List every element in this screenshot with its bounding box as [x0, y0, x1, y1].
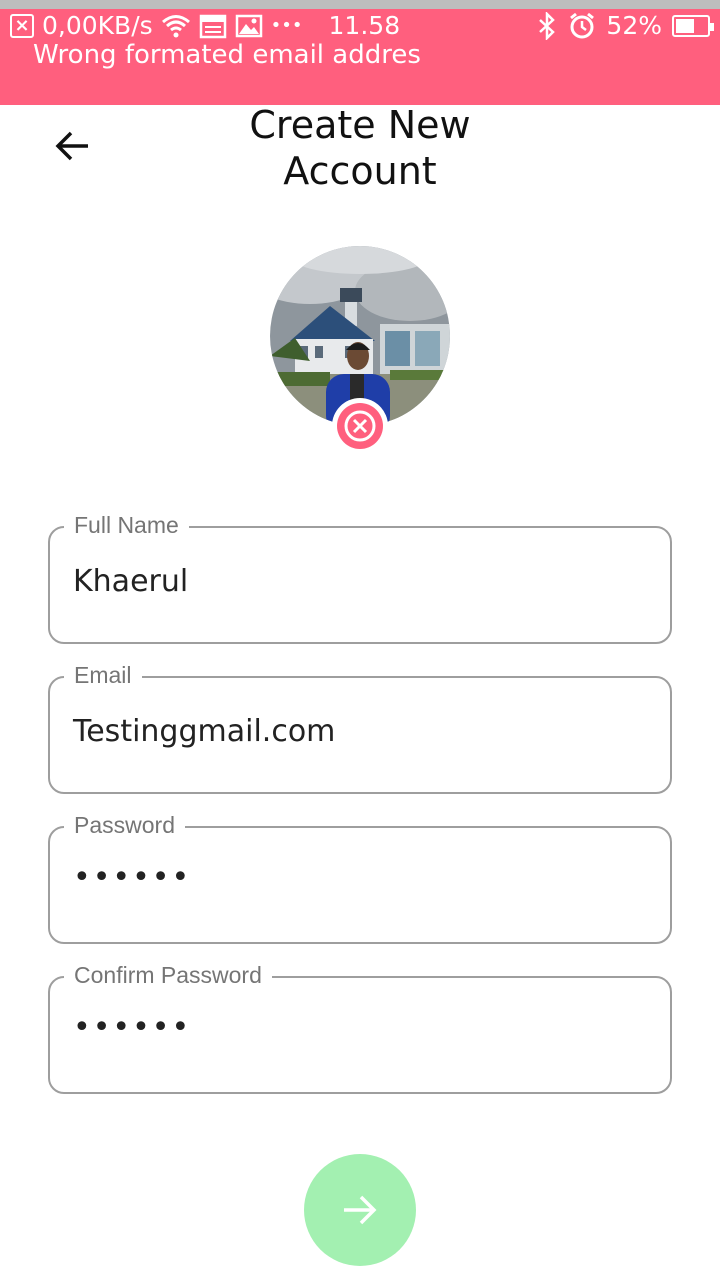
close-box-icon: × [10, 13, 34, 38]
bluetooth-icon [536, 11, 558, 40]
alarm-icon [568, 12, 596, 40]
full-name-field[interactable]: Full Name Khaerul [48, 510, 672, 644]
wifi-icon [161, 13, 191, 39]
full-name-value: Khaerul [73, 564, 189, 599]
battery-icon [672, 14, 714, 37]
remove-photo-button[interactable] [332, 398, 388, 454]
image-icon [235, 13, 263, 39]
page-title-line-2: Account [283, 149, 437, 193]
password-field[interactable]: Password •••••• [48, 810, 672, 944]
clock: 11.58 [328, 11, 401, 40]
email-label: Email [64, 660, 142, 690]
submit-button[interactable] [304, 1154, 416, 1266]
page-title: Create New Account [210, 102, 510, 194]
calendar-icon [199, 13, 227, 39]
arrow-left-icon [55, 131, 88, 161]
confirm-password-field[interactable]: Confirm Password •••••• [48, 960, 672, 1094]
more-notifications: ••• [270, 15, 303, 36]
page-title-line-1: Create New [249, 103, 471, 147]
arrow-right-icon [344, 1195, 377, 1225]
status-bar-edge [0, 0, 720, 9]
network-speed: 0,00KB/s [42, 11, 153, 40]
confirm-password-value: •••••• [73, 1010, 192, 1045]
email-field[interactable]: Email Testinggmail.com [48, 660, 672, 794]
password-label: Password [64, 810, 185, 840]
snackbar-message: Wrong formated email addres [33, 40, 421, 70]
battery-percent: 52% [606, 11, 662, 40]
back-button[interactable] [50, 124, 94, 168]
confirm-password-label: Confirm Password [64, 960, 272, 990]
full-name-label: Full Name [64, 510, 189, 540]
error-snackbar: × 0,00KB/s ••• 11.58 52% Wrong formated … [0, 0, 720, 105]
close-circle-icon [337, 403, 383, 449]
password-value: •••••• [73, 860, 192, 895]
email-value: Testinggmail.com [73, 714, 336, 749]
